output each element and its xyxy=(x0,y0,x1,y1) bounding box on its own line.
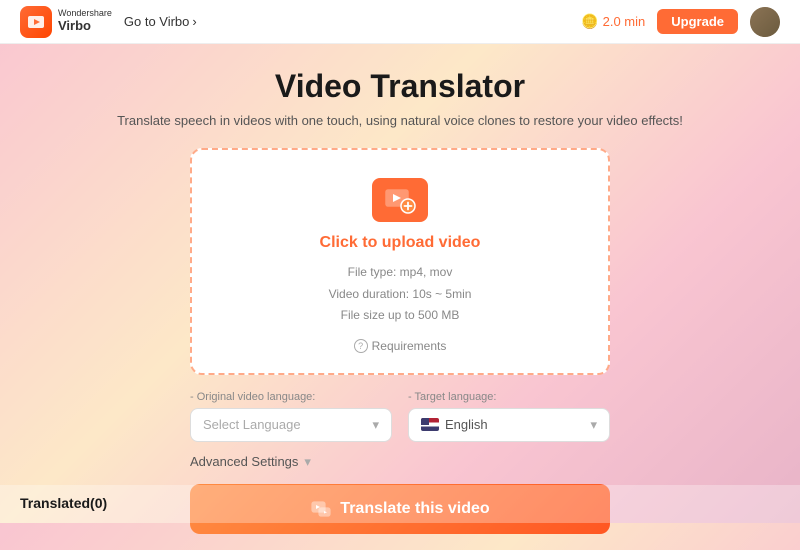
advanced-settings-label: Advanced Settings xyxy=(190,454,298,469)
upload-info: File type: mp4, mov Video duration: 10s … xyxy=(329,262,472,327)
advanced-settings-toggle[interactable]: Advanced Settings ▾ xyxy=(190,454,610,470)
logo[interactable]: Wondershare Virbo xyxy=(20,6,112,38)
logo-icon xyxy=(20,6,52,38)
requirements-text: Requirements xyxy=(372,339,447,353)
page-title: Video Translator xyxy=(275,68,525,105)
avatar[interactable] xyxy=(750,7,780,37)
logo-text: Wondershare Virbo xyxy=(58,9,112,33)
original-language-group: - Original video language: Select Langua… xyxy=(190,391,392,442)
original-lang-placeholder: Select Language xyxy=(203,417,301,432)
bottom-section: Translated(0) xyxy=(0,485,800,523)
time-badge: 🪙 2.0 min xyxy=(581,13,645,30)
us-flag-icon xyxy=(421,418,439,431)
target-lang-value: English xyxy=(421,417,488,432)
requirements-link[interactable]: ? Requirements xyxy=(354,339,447,353)
file-size-text: File size up to 500 MB xyxy=(341,308,460,322)
upload-video-icon xyxy=(372,178,428,222)
go-to-virbo-link[interactable]: Go to Virbo › xyxy=(124,14,197,29)
upload-box[interactable]: Click to upload video File type: mp4, mo… xyxy=(190,148,610,375)
file-type-text: File type: mp4, mov xyxy=(348,265,453,279)
target-language-select[interactable]: English ▾ xyxy=(408,408,610,442)
avatar-image xyxy=(750,7,780,37)
original-language-select[interactable]: Select Language ▾ xyxy=(190,408,392,442)
target-lang-text: English xyxy=(445,417,488,432)
header: Wondershare Virbo Go to Virbo › 🪙 2.0 mi… xyxy=(0,0,800,44)
page-subtitle: Translate speech in videos with one touc… xyxy=(117,113,683,128)
target-language-group: - Target language: English ▾ xyxy=(408,391,610,442)
upload-click-text: Click to upload video xyxy=(320,234,481,252)
chevron-down-icon: ▾ xyxy=(372,417,379,433)
chevron-right-icon: › xyxy=(192,14,196,29)
time-value: 2.0 min xyxy=(603,14,646,29)
main-content: Video Translator Translate speech in vid… xyxy=(0,44,800,550)
translated-count-label: Translated(0) xyxy=(20,495,107,511)
upgrade-button[interactable]: Upgrade xyxy=(657,9,738,34)
logo-virbo: Virbo xyxy=(58,19,112,33)
chevron-down-icon: ▾ xyxy=(304,454,311,470)
header-right: 🪙 2.0 min Upgrade xyxy=(581,7,780,37)
help-circle-icon: ? xyxy=(354,339,368,353)
target-lang-label: - Target language: xyxy=(408,391,610,403)
chevron-down-icon: ▾ xyxy=(590,417,597,433)
duration-text: Video duration: 10s ~ 5min xyxy=(329,287,472,301)
language-row: - Original video language: Select Langua… xyxy=(190,391,610,442)
header-left: Wondershare Virbo Go to Virbo › xyxy=(20,6,197,38)
original-lang-label: - Original video language: xyxy=(190,391,392,403)
coin-icon: 🪙 xyxy=(581,13,598,30)
